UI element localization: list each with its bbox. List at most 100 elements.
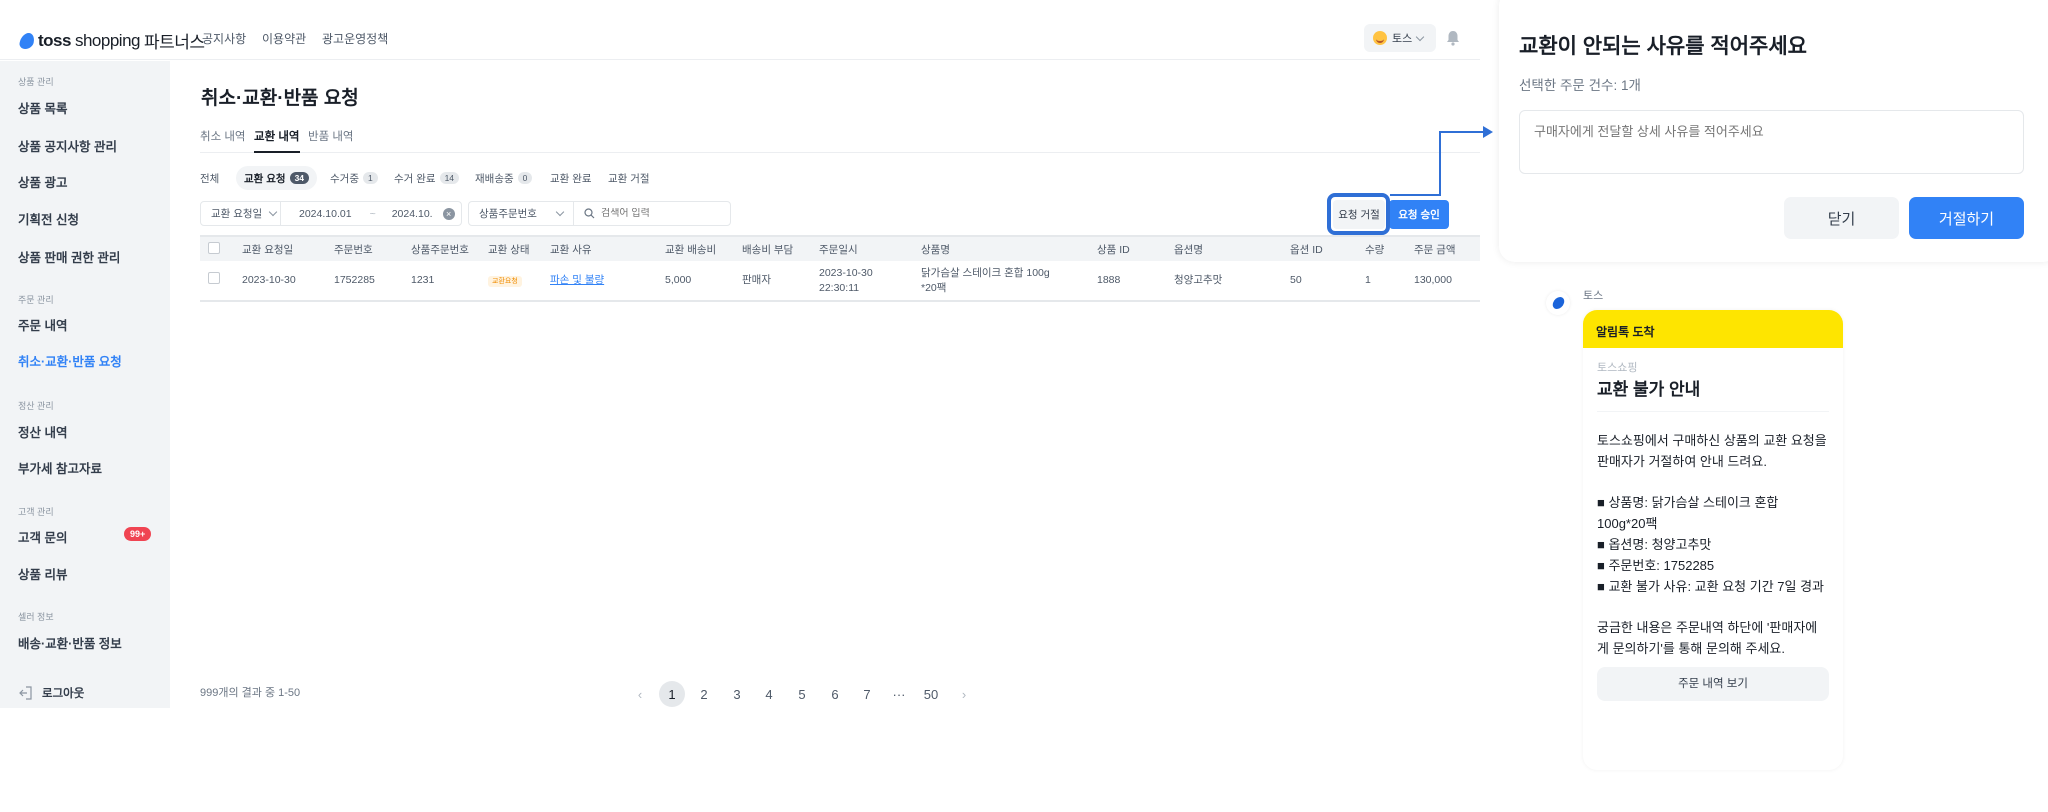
column-header[interactable]: 교환 요청일: [234, 235, 326, 261]
tab-cancel[interactable]: 취소 내역: [200, 128, 246, 144]
column-header[interactable]: 주문 금액: [1406, 235, 1480, 261]
date-type-select[interactable]: 교환 요청일: [201, 202, 281, 225]
page-50[interactable]: 50: [918, 681, 944, 707]
sidebar-item-product-list[interactable]: 상품 목록: [18, 98, 67, 117]
page-3[interactable]: 3: [724, 681, 750, 707]
clear-date-icon[interactable]: ×: [442, 207, 455, 220]
column-header[interactable]: 수량: [1357, 235, 1406, 261]
sidebar-item-vat[interactable]: 부가세 참고자료: [18, 458, 102, 477]
prev-page-icon[interactable]: ‹: [627, 681, 653, 707]
search-input[interactable]: [601, 208, 721, 219]
detail-product: ■ 상품명: 닭가슴살 스테이크 혼합 100g*20팩: [1597, 495, 1779, 531]
reason-textarea[interactable]: [1519, 110, 2024, 174]
section-product: 상품 관리: [18, 77, 54, 87]
nav-ad-policy[interactable]: 광고운영정책: [322, 30, 388, 47]
detail-option: ■ 옵션명: 청양고추맛: [1597, 537, 1712, 552]
column-header[interactable]: 주문번호: [326, 235, 403, 261]
logout-icon: [19, 686, 32, 700]
column-header[interactable]: 주문일시: [811, 235, 913, 261]
chip-collecting[interactable]: 수거중 1: [330, 169, 378, 187]
chip-all[interactable]: 전체: [200, 169, 219, 187]
chip-reshipping[interactable]: 재배송중 0: [475, 169, 533, 187]
count-badge: 1: [362, 172, 378, 184]
sidebar-item-shipping-info[interactable]: 배송·교환·반품 정보: [18, 633, 122, 652]
close-button[interactable]: 닫기: [1784, 197, 1899, 239]
sidebar-item-product-notice[interactable]: 상품 공지사항 관리: [18, 136, 117, 155]
date-filter: 교환 요청일 2024.10.01 ~ 2024.10. ×: [200, 201, 462, 226]
result-summary: 999개의 결과 중 1-50: [200, 687, 301, 699]
sidebar-item-cancel-exchange-return[interactable]: 취소·교환·반품 요청: [18, 351, 122, 370]
chip-collected[interactable]: 수거 완료 14: [394, 169, 460, 187]
column-header[interactable]: 옵션 ID: [1282, 235, 1357, 261]
row-checkbox[interactable]: [208, 272, 220, 284]
reject-confirm-button[interactable]: 거절하기: [1909, 197, 2024, 239]
column-header[interactable]: 교환 상태: [480, 235, 542, 261]
sidebar-item-sales-permission[interactable]: 상품 판매 권한 관리: [18, 247, 120, 266]
search-filter: 상품주문번호: [468, 201, 731, 226]
select-all-checkbox[interactable]: [208, 241, 220, 254]
view-orders-button[interactable]: 주문 내역 보기: [1597, 667, 1829, 701]
column-header[interactable]: 옵션명: [1166, 235, 1282, 261]
toss-logo-icon: [18, 32, 36, 49]
exchange-table: 교환 요청일 주문번호 상품주문번호 교환 상태 교환 사유 교환 배송비 배송…: [200, 235, 1480, 302]
next-page-icon[interactable]: ›: [951, 681, 977, 707]
sidebar-item-inquiries[interactable]: 고객 문의 99+: [0, 527, 170, 545]
chevron-down-icon: [268, 207, 278, 217]
sender-name: 토스: [1583, 290, 1604, 302]
table-header-row: 교환 요청일 주문번호 상품주문번호 교환 상태 교환 사유 교환 배송비 배송…: [200, 235, 1480, 261]
cell-option-name: 청양고추맛: [1166, 261, 1282, 302]
chip-exchange-done[interactable]: 교환 완료: [550, 169, 592, 187]
message-outro: 궁금한 내용은 주문내역 하단에 '판매자에게 문의하기'를 통해 문의해 주세…: [1597, 620, 1818, 656]
sidebar-item-promotion[interactable]: 기획전 신청: [18, 209, 79, 228]
chip-exchange-rejected[interactable]: 교환 거절: [608, 169, 650, 187]
column-header[interactable]: 상품명: [913, 235, 1089, 261]
section-orders: 주문 관리: [18, 295, 54, 305]
tab-return[interactable]: 반품 내역: [308, 128, 354, 144]
table-row[interactable]: 2023-10-30 1752285 1231 교환요청 파손 및 불량 5,0…: [200, 261, 1480, 302]
chip-exchange-request[interactable]: 교환 요청 34: [236, 166, 318, 190]
page-4[interactable]: 4: [756, 681, 782, 707]
sidebar-item-product-ads[interactable]: 상품 광고: [18, 172, 67, 191]
page-5[interactable]: 5: [789, 681, 815, 707]
reject-reason-modal: 교환이 안되는 사유를 적어주세요 선택한 주문 건수: 1개 닫기 거절하기: [1499, 0, 2048, 262]
count-badge: 0: [517, 172, 533, 184]
cell-quantity: 1: [1357, 261, 1406, 302]
column-header[interactable]: 상품 ID: [1089, 235, 1166, 261]
flow-arrow-icon: [1390, 126, 1493, 196]
page-2[interactable]: 2: [691, 681, 717, 707]
column-header[interactable]: 배송비 부담: [734, 235, 811, 261]
column-header[interactable]: 교환 사유: [542, 235, 657, 261]
nav-terms[interactable]: 이용약관: [262, 30, 306, 47]
page-1[interactable]: 1: [659, 681, 685, 707]
history-tabs: 취소 내역 교환 내역 반품 내역: [200, 128, 1480, 153]
tab-exchange[interactable]: 교환 내역: [254, 128, 300, 153]
user-avatar-icon: [1373, 31, 1387, 45]
page-7[interactable]: 7: [854, 681, 880, 707]
cell-product-id: 1888: [1089, 261, 1166, 302]
cell-order-no: 1752285: [326, 261, 403, 302]
cell-ordered-at: 2023-10-30 22:30:11: [811, 261, 913, 302]
page-title: 취소·교환·반품 요청: [201, 88, 359, 109]
bell-icon[interactable]: [1446, 30, 1460, 46]
cell-product-name: 닭가슴살 스테이크 혼합 100g *20팩: [913, 261, 1089, 302]
sidebar-item-settlement[interactable]: 정산 내역: [18, 422, 67, 441]
user-menu-button[interactable]: 토스: [1364, 24, 1436, 52]
logout-button[interactable]: 로그아웃: [18, 685, 84, 701]
date-to-input[interactable]: 2024.10.: [392, 208, 433, 220]
column-header[interactable]: 교환 배송비: [657, 235, 734, 261]
sidebar-item-orders[interactable]: 주문 내역: [18, 315, 67, 334]
page-6[interactable]: 6: [822, 681, 848, 707]
search-type-select[interactable]: 상품주문번호: [469, 202, 574, 225]
nav-notices[interactable]: 공지사항: [202, 30, 246, 47]
toss-shopping-logo[interactable]: toss shopping 파트너스: [18, 28, 205, 53]
cell-fee-payer: 판매자: [734, 261, 811, 302]
modal-title: 교환이 안되는 사유를 적어주세요: [1519, 35, 1807, 58]
chevron-down-icon: [555, 207, 565, 217]
column-header[interactable]: 상품주문번호: [403, 235, 480, 261]
date-from-input[interactable]: 2024.10.01: [299, 208, 352, 220]
reason-link[interactable]: 파손 및 불량: [550, 274, 604, 286]
status-badge: 교환요청: [488, 275, 522, 287]
sidebar-item-reviews[interactable]: 상품 리뷰: [18, 564, 67, 583]
message-intro: 토스쇼핑에서 구매하신 상품의 교환 요청을 판매자가 거절하여 안내 드려요.: [1597, 433, 1827, 469]
message-title: 교환 불가 안내: [1597, 375, 1829, 412]
